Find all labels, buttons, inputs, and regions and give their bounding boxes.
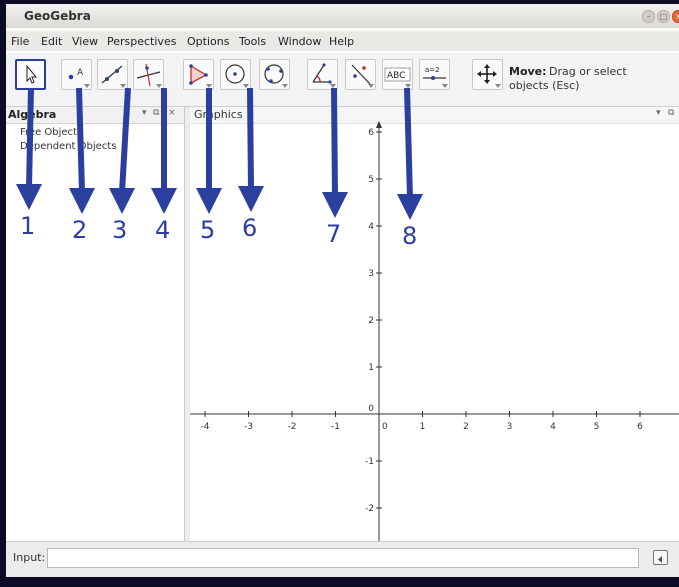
y-tick-label: 2 xyxy=(368,316,374,326)
tool-menu-arrow[interactable] xyxy=(84,84,90,88)
reflect-tool-button[interactable] xyxy=(345,59,376,90)
tool-menu-arrow[interactable] xyxy=(495,84,501,88)
menu-view[interactable]: View xyxy=(72,35,98,48)
circle-tool-button[interactable] xyxy=(220,59,251,90)
tool-help-text-line2: objects (Esc) xyxy=(509,79,580,92)
tool-menu-arrow[interactable] xyxy=(206,84,212,88)
tool-menu-arrow[interactable] xyxy=(156,84,162,88)
line-tool-button[interactable] xyxy=(97,59,128,90)
x-tick-label: 0 xyxy=(382,422,388,432)
input-field[interactable] xyxy=(47,548,639,568)
menu-tools[interactable]: Tools xyxy=(239,35,266,48)
input-label: Input: xyxy=(13,551,46,564)
menu-window[interactable]: Window xyxy=(278,35,321,48)
tool-menu-arrow[interactable] xyxy=(330,84,336,88)
slider-icon-label: a=2 xyxy=(425,66,440,74)
algebra-view-title: Algebra xyxy=(8,108,57,121)
algebra-view-header: Algebra ▾ ⧉ × xyxy=(6,107,184,124)
tool-help-text: Drag or select xyxy=(549,65,627,78)
text-tool-button[interactable]: ABC xyxy=(382,59,413,90)
polygon-tool-button[interactable] xyxy=(183,59,214,90)
tool-menu-arrow[interactable] xyxy=(368,84,374,88)
tool-help-title: Move: xyxy=(509,65,547,78)
x-tick-label: 3 xyxy=(507,422,513,432)
coordinate-axes: -4-3-2-101234567 6543210-1-2 xyxy=(190,121,679,541)
title-bar: GeoGebra – □ × xyxy=(6,4,679,28)
x-tick-label: 5 xyxy=(594,422,600,432)
circle-three-points-tool-button[interactable] xyxy=(259,59,290,90)
menu-perspectives[interactable]: Perspectives xyxy=(107,35,176,48)
y-tick-label: 0 xyxy=(368,404,374,414)
move-graphics-view-tool-button[interactable] xyxy=(472,59,503,90)
tool-menu-arrow[interactable] xyxy=(282,84,288,88)
y-tick-label: -2 xyxy=(365,504,374,514)
graphics-view[interactable]: Graphics ▾ ⧉ -4-3-2-101234567 6543210-1-… xyxy=(190,107,679,541)
x-tick-label: 4 xyxy=(550,422,556,432)
maximize-button[interactable]: □ xyxy=(657,10,670,23)
menu-help[interactable]: Help xyxy=(329,35,354,48)
undock-view-icon[interactable]: ⧉ xyxy=(153,108,159,118)
menu-file[interactable]: File xyxy=(11,35,29,48)
y-tick-label: -1 xyxy=(365,457,374,467)
point-icon-letter: A xyxy=(77,68,84,78)
move-tool-button[interactable] xyxy=(15,59,46,90)
input-bar: Input: xyxy=(6,541,679,577)
angle-tool-button[interactable] xyxy=(307,59,338,90)
text-icon-label: ABC xyxy=(387,71,405,81)
minimize-button[interactable]: – xyxy=(642,10,655,23)
y-tick-label: 5 xyxy=(368,175,374,185)
x-tick-label: -2 xyxy=(288,422,297,432)
move-arrow-icon xyxy=(26,64,38,84)
x-tick-label: -1 xyxy=(331,422,340,432)
x-tick-label: -4 xyxy=(201,422,210,432)
y-axis-arrow xyxy=(376,121,382,128)
algebra-view[interactable]: Algebra ▾ ⧉ × Free Objects Dependent Obj… xyxy=(6,107,185,541)
y-tick-label: 4 xyxy=(368,222,374,232)
close-view-icon[interactable]: × xyxy=(168,108,176,118)
dependent-objects-node[interactable]: Dependent Objects xyxy=(20,141,116,152)
menu-edit[interactable]: Edit xyxy=(41,35,62,48)
triangle-left-icon xyxy=(658,556,662,563)
x-tick-label: -3 xyxy=(244,422,253,432)
y-tick-label: 3 xyxy=(368,269,374,279)
input-help-button[interactable] xyxy=(653,550,668,565)
tool-menu-arrow[interactable] xyxy=(442,84,448,88)
point-tool-button[interactable]: A xyxy=(61,59,92,90)
y-tick-label: 6 xyxy=(368,128,374,138)
tool-menu-arrow[interactable] xyxy=(120,84,126,88)
slider-tool-button[interactable]: a=2 xyxy=(419,59,450,90)
y-tick-label: 1 xyxy=(368,363,374,373)
view-menu-icon[interactable]: ▾ xyxy=(142,108,147,118)
close-button[interactable]: × xyxy=(672,10,679,23)
x-tick-label: 1 xyxy=(420,422,426,432)
perpendicular-tool-button[interactable] xyxy=(133,59,164,90)
x-tick-label: 6 xyxy=(637,422,643,432)
tool-menu-arrow[interactable] xyxy=(405,84,411,88)
app-title: GeoGebra xyxy=(24,9,91,23)
menu-bar: File Edit View Perspectives Options Tool… xyxy=(6,31,679,51)
tool-menu-arrow[interactable] xyxy=(243,84,249,88)
free-objects-node[interactable]: Free Objects xyxy=(20,127,82,138)
geogebra-window: GeoGebra – □ × File Edit View Perspectiv… xyxy=(6,4,679,577)
menu-options[interactable]: Options xyxy=(187,35,229,48)
x-tick-label: 2 xyxy=(463,422,469,432)
